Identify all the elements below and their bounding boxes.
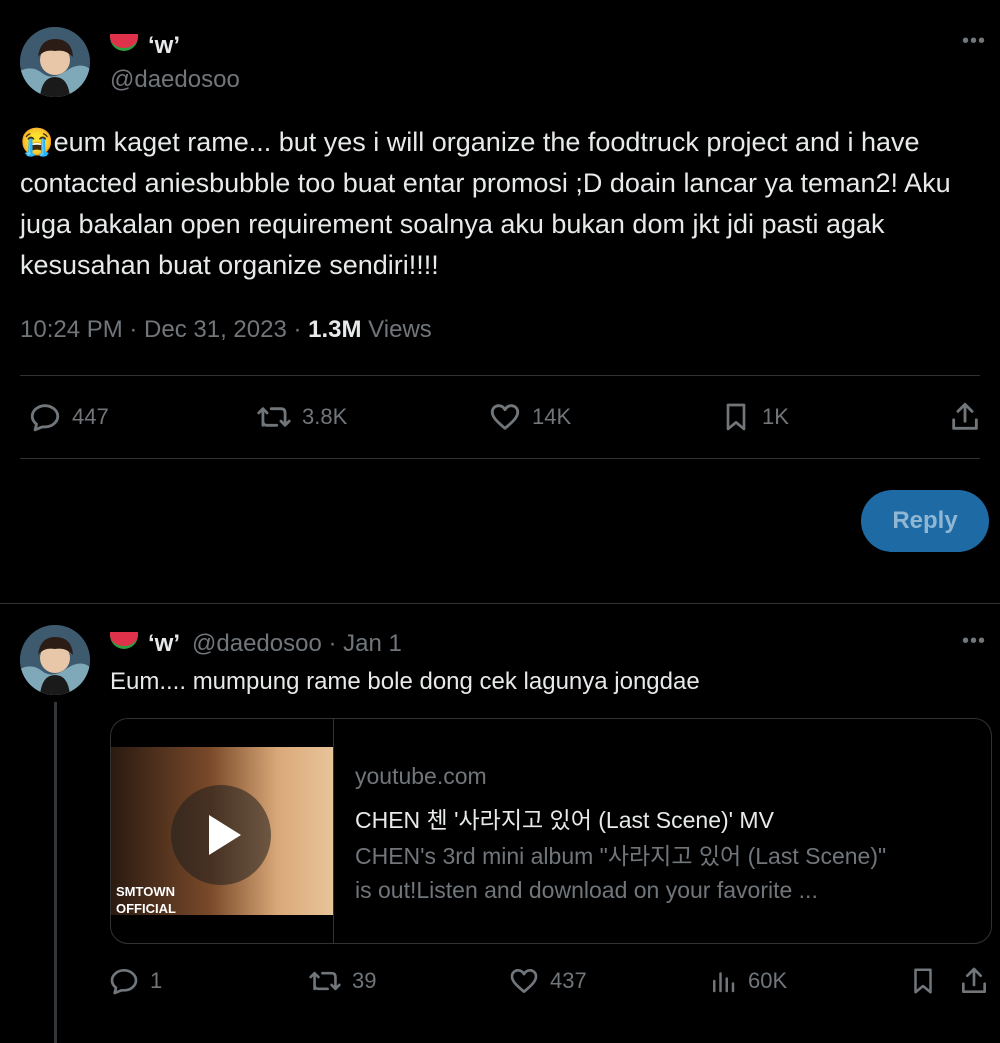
divider bbox=[20, 458, 980, 459]
share-icon bbox=[958, 965, 990, 997]
card-description: CHEN's 3rd mini album "사라지고 있어 (Last Sce… bbox=[355, 839, 886, 907]
reply-button[interactable]: Reply bbox=[861, 490, 989, 552]
share-icon bbox=[948, 400, 982, 434]
reply-header: ‘w’ @daedosoo · Jan 1 bbox=[110, 630, 402, 658]
badge-line1: SMTOWN bbox=[116, 884, 175, 899]
display-name-row[interactable]: ‘w’ bbox=[110, 32, 180, 60]
more-options-icon[interactable]: ••• bbox=[962, 630, 986, 653]
watermelon-icon bbox=[110, 631, 138, 649]
reply-count: 447 bbox=[72, 404, 109, 429]
tweet-text-body: eum kaget rame... but yes i will organiz… bbox=[20, 127, 951, 280]
thumbnail-badge: SMTOWN OFFICIAL bbox=[116, 883, 176, 917]
like-action[interactable]: 14K bbox=[488, 400, 571, 434]
share-action[interactable] bbox=[958, 965, 990, 997]
link-card[interactable]: SMTOWN OFFICIAL youtube.com CHEN 첸 '사라지고… bbox=[110, 718, 992, 944]
avatar[interactable] bbox=[20, 625, 90, 695]
views-count: 60K bbox=[748, 968, 788, 993]
card-description-line1: CHEN's 3rd mini album "사라지고 있어 (Last Sce… bbox=[355, 843, 887, 869]
bookmark-icon bbox=[720, 400, 752, 434]
views-label: Views bbox=[361, 316, 432, 343]
like-action[interactable]: 437 bbox=[508, 965, 587, 997]
tweet-meta: 10:24 PM · Dec 31, 2023 · 1.3M Views bbox=[20, 316, 432, 344]
retweet-action[interactable]: 39 bbox=[308, 965, 376, 997]
retweet-count: 3.8K bbox=[302, 404, 348, 429]
play-button[interactable] bbox=[171, 785, 271, 885]
views-count: 1.3M bbox=[308, 316, 362, 343]
card-domain: youtube.com bbox=[355, 763, 487, 789]
analytics-icon bbox=[708, 965, 738, 997]
like-count: 437 bbox=[550, 968, 587, 993]
card-description-line2: is out!Listen and download on your favor… bbox=[355, 877, 818, 903]
loudly-crying-emoji: 😭 bbox=[20, 127, 54, 157]
play-icon bbox=[209, 815, 241, 855]
reply-date[interactable]: · Jan 1 bbox=[322, 630, 401, 657]
display-name[interactable]: ‘w’ bbox=[148, 630, 180, 658]
heart-icon bbox=[488, 400, 522, 434]
retweet-icon bbox=[308, 965, 342, 997]
display-name[interactable]: ‘w’ bbox=[148, 32, 180, 60]
heart-icon bbox=[508, 965, 540, 997]
divider bbox=[20, 375, 980, 376]
thread-line bbox=[54, 702, 57, 1043]
reply-count: 1 bbox=[150, 968, 163, 993]
badge-line2: OFFICIAL bbox=[116, 901, 176, 916]
share-action[interactable] bbox=[948, 400, 982, 434]
reply-action[interactable]: 1 bbox=[108, 965, 162, 997]
section-divider bbox=[0, 603, 1000, 604]
retweet-action[interactable]: 3.8K bbox=[256, 400, 347, 434]
retweet-count: 39 bbox=[352, 968, 377, 993]
tweet-text: 😭eum kaget rame... but yes i will organi… bbox=[20, 122, 985, 286]
timestamp[interactable]: 10:24 PM · Dec 31, 2023 · bbox=[20, 316, 308, 343]
views-action[interactable]: 60K bbox=[708, 965, 787, 997]
card-title: CHEN 첸 '사라지고 있어 (Last Scene)' MV bbox=[355, 807, 774, 833]
bookmark-action[interactable]: 1K bbox=[720, 400, 789, 434]
reply-text: Eum.... mumpung rame bole dong cek lagun… bbox=[110, 668, 700, 695]
bookmark-count: 1K bbox=[762, 404, 789, 429]
like-count: 14K bbox=[532, 404, 572, 429]
retweet-icon bbox=[256, 400, 292, 434]
watermelon-icon bbox=[110, 33, 138, 51]
card-divider bbox=[333, 719, 334, 943]
more-options-icon[interactable]: ••• bbox=[962, 30, 986, 53]
handle[interactable]: @daedosoo bbox=[192, 630, 322, 657]
bookmark-icon bbox=[908, 965, 938, 997]
bookmark-action[interactable] bbox=[908, 965, 938, 997]
handle[interactable]: @daedosoo bbox=[110, 66, 240, 94]
reply-icon bbox=[28, 400, 62, 434]
avatar[interactable] bbox=[20, 27, 90, 97]
reply-action[interactable]: 447 bbox=[28, 400, 109, 434]
reply-icon bbox=[108, 965, 140, 997]
video-thumbnail[interactable]: SMTOWN OFFICIAL bbox=[111, 747, 333, 917]
